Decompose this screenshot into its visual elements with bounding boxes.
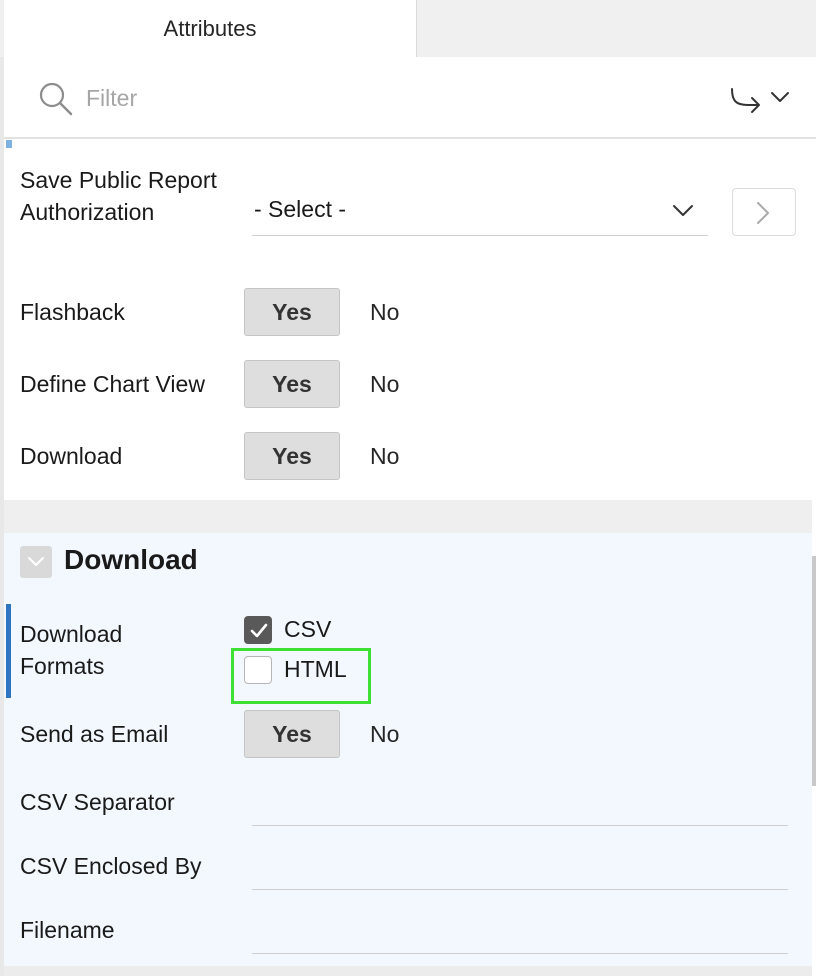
filter-bar: [4, 57, 816, 139]
flashback-label: Flashback: [20, 299, 125, 325]
go-to-icon[interactable]: [726, 85, 792, 115]
filter-input[interactable]: [86, 77, 646, 119]
csv-separator-field[interactable]: [252, 786, 788, 826]
download-yes-button[interactable]: Yes: [244, 432, 340, 480]
csv-enclosed-by-field[interactable]: [252, 850, 788, 890]
csv-separator-label: CSV Separator: [20, 789, 175, 815]
collapse-section-button[interactable]: [20, 546, 52, 578]
csv-enclosed-by-label: CSV Enclosed By: [20, 853, 202, 879]
download-section: [4, 533, 812, 976]
flashback-no-option[interactable]: No: [370, 288, 399, 336]
send-as-email-no-option[interactable]: No: [370, 710, 399, 758]
authorization-select-value: - Select -: [254, 196, 347, 222]
filename-label: Filename: [20, 917, 115, 943]
tab-bar: Attributes: [0, 0, 816, 57]
section-divider: [4, 500, 812, 533]
download-formats-label: Download Formats: [20, 621, 123, 679]
section-title: Download: [64, 544, 198, 575]
send-as-email-yes-button[interactable]: Yes: [244, 710, 340, 758]
save-public-report-authorization-label: Save Public Report Authorization: [20, 167, 217, 225]
bottom-divider: [4, 966, 812, 976]
tab-attributes[interactable]: Attributes: [4, 0, 417, 57]
define-chart-view-no-option[interactable]: No: [370, 360, 399, 408]
download-no-option[interactable]: No: [370, 432, 399, 480]
scrollbar[interactable]: [812, 556, 816, 786]
chevron-right-icon: [757, 202, 769, 224]
flashback-yes-button[interactable]: Yes: [244, 288, 340, 336]
csv-checkbox-label[interactable]: CSV: [284, 616, 331, 643]
search-icon: [39, 82, 73, 116]
chevron-down-icon: [28, 557, 44, 566]
active-row-indicator: [6, 604, 11, 698]
csv-checkbox[interactable]: [244, 616, 272, 644]
define-chart-view-yes-button[interactable]: Yes: [244, 360, 340, 408]
filename-field[interactable]: [252, 914, 788, 954]
authorization-go-button[interactable]: [732, 188, 796, 236]
send-as-email-label: Send as Email: [20, 721, 169, 747]
section-marker: [6, 140, 12, 148]
check-icon: [250, 623, 268, 638]
highlight-box: [231, 648, 371, 704]
authorization-select[interactable]: - Select -: [252, 190, 708, 236]
download-label: Download: [20, 443, 123, 469]
chevron-down-icon: [673, 205, 693, 216]
define-chart-view-label: Define Chart View: [20, 371, 205, 397]
